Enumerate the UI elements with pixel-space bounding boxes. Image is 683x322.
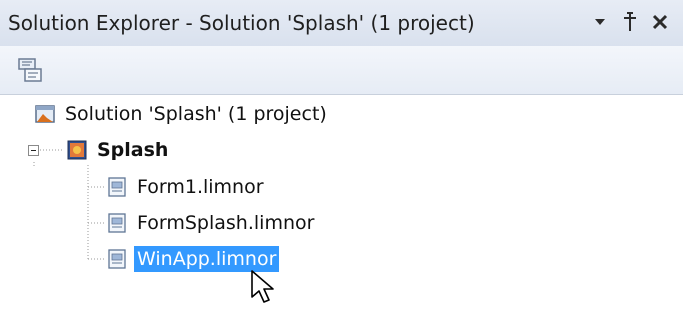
limnor-file-icon [108, 177, 126, 197]
solution-label: Solution 'Splash' (1 project) [65, 103, 327, 125]
dropdown-arrow-icon [595, 19, 605, 25]
solution-explorer-panel: Solution Explorer - Solution 'Splash' (1… [0, 0, 683, 322]
properties-button[interactable] [16, 56, 44, 84]
file-label: Form1.limnor [137, 176, 264, 198]
project-label: Splash [97, 139, 169, 161]
toolbar [0, 46, 683, 95]
limnor-file-icon [108, 213, 126, 233]
tree-node-file[interactable]: Form1.limnor [106, 172, 267, 202]
auto-hide-pin-button[interactable] [618, 8, 642, 36]
close-button[interactable] [648, 8, 672, 36]
title-bar: Solution Explorer - Solution 'Splash' (1… [0, 0, 683, 47]
collapse-toggle[interactable] [28, 145, 39, 156]
solution-tree: Solution 'Splash' (1 project) Splash For… [0, 95, 683, 322]
properties-icon [18, 58, 42, 82]
window-position-button[interactable] [588, 8, 612, 36]
close-icon [652, 14, 668, 30]
tree-connector-lines [33, 149, 106, 260]
limnor-file-icon [108, 249, 126, 269]
solution-icon [35, 105, 55, 123]
project-icon [67, 140, 87, 160]
tree-node-project[interactable]: Splash [66, 135, 171, 165]
file-label: FormSplash.limnor [137, 212, 315, 234]
panel-title: Solution Explorer - Solution 'Splash' (1… [8, 11, 475, 35]
tree-node-solution[interactable]: Solution 'Splash' (1 project) [34, 99, 330, 129]
pin-icon [624, 12, 636, 31]
tree-node-file[interactable]: FormSplash.limnor [106, 208, 317, 238]
mouse-pointer-icon [251, 270, 274, 303]
